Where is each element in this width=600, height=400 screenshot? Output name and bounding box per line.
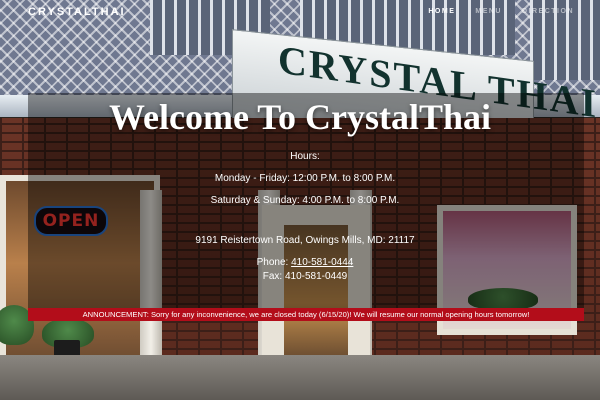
sidewalk [0, 355, 600, 400]
nav-direction-link[interactable]: DIRECTION [522, 8, 574, 15]
page-title: Welcome To CrystalThai [108, 97, 491, 137]
nav-menu-link[interactable]: MENU [475, 8, 502, 15]
address: 9191 Reistertown Road, Owings Mills, MD:… [195, 235, 415, 246]
phone-label: Phone: [256, 257, 292, 268]
main-nav: HOME MENU DIRECTION [428, 8, 574, 15]
phone-line: Phone: 410-581-0444 [0, 257, 600, 268]
hours-heading: Hours: [290, 151, 320, 162]
nav-home-link[interactable]: HOME [428, 8, 455, 15]
phone-link[interactable]: 410-581-0444 [291, 257, 353, 268]
announcement-banner: ANNOUNCEMENT: Sorry for any inconvenienc… [28, 308, 584, 321]
weekend-hours: Saturday & Sunday: 4:00 P.M. to 8:00 P.M… [210, 195, 400, 206]
weekday-hours: Monday - Friday: 12:00 P.M. to 8:00 P.M. [214, 173, 396, 184]
fax-line: Fax: 410-581-0449 [262, 271, 348, 282]
brand-logo-link[interactable]: CRYSTALTHAI [28, 6, 126, 18]
